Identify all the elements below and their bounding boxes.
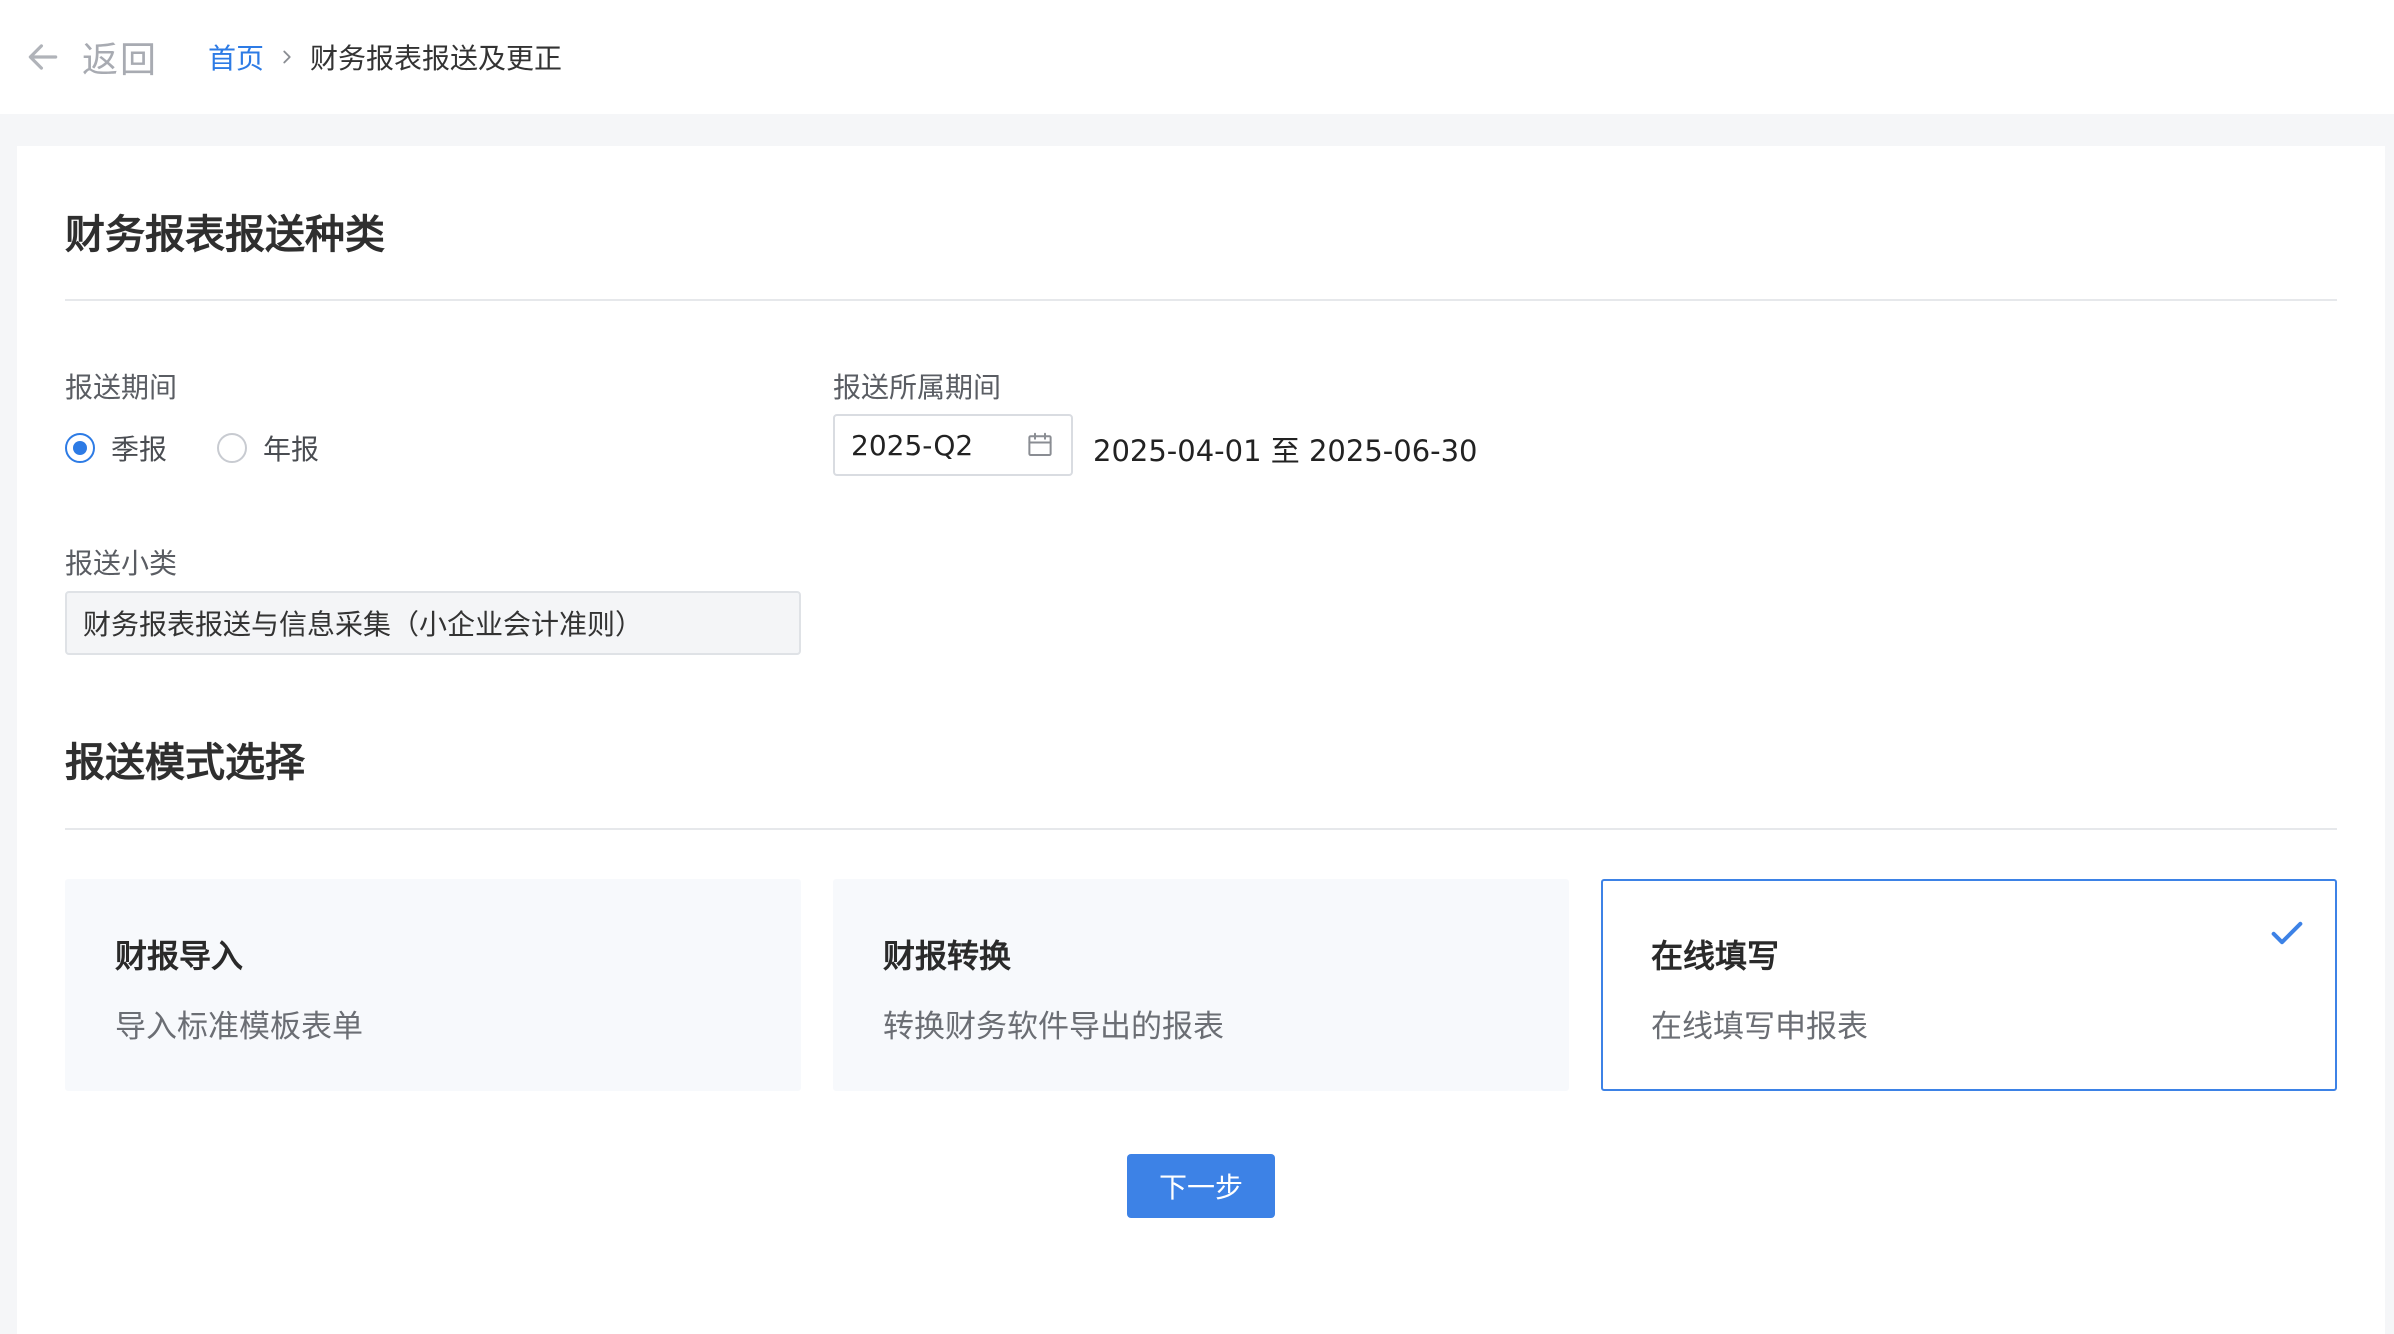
- breadcrumb: 首页 财务报表报送及更正: [208, 37, 562, 77]
- mode-card-desc: 在线填写申报表: [1651, 1009, 1868, 1045]
- back-button[interactable]: 返回: [24, 31, 158, 83]
- subcategory-label: 报送小类: [65, 547, 178, 580]
- mode-card-title: 财报转换: [883, 937, 1012, 975]
- next-step-button[interactable]: 下一步: [1127, 1154, 1275, 1218]
- period-picker-value: 2025-Q2: [851, 428, 974, 462]
- breadcrumb-home-link[interactable]: 首页: [208, 37, 264, 77]
- calendar-icon: [1028, 432, 1052, 456]
- divider: [65, 828, 2337, 830]
- mode-card-import[interactable]: 财报导入 导入标准模板表单: [65, 879, 801, 1091]
- chevron-right-icon: [283, 50, 291, 64]
- section-title-mode: 报送模式选择: [65, 740, 305, 786]
- mode-card-desc: 导入标准模板表单: [115, 1009, 363, 1045]
- mode-card-desc: 转换财务软件导出的报表: [883, 1009, 1224, 1045]
- radio-dot-annual: [217, 433, 247, 463]
- check-icon: [2271, 921, 2303, 945]
- mode-card-title: 在线填写: [1651, 937, 1780, 975]
- radio-annual-label: 年报: [263, 433, 320, 466]
- period-picker[interactable]: 2025-Q2: [833, 414, 1073, 476]
- breadcrumb-current: 财务报表报送及更正: [310, 42, 563, 75]
- back-label: 返回: [82, 40, 159, 81]
- mode-card-convert[interactable]: 财报转换 转换财务软件导出的报表: [833, 879, 1569, 1091]
- arrow-left-icon: [28, 44, 58, 70]
- main-panel: 财务报表报送种类 报送期间 季报 年报 报送所属期间 2025-Q2 2025-…: [17, 146, 2385, 1334]
- radio-annual[interactable]: 年报: [217, 428, 319, 468]
- top-bar: 返回 首页 财务报表报送及更正: [0, 0, 2394, 114]
- period-range-text: 2025-04-01 至 2025-06-30: [1093, 434, 1478, 468]
- radio-dot-quarterly: [65, 433, 95, 463]
- period-label: 报送期间: [65, 371, 178, 404]
- divider: [65, 299, 2337, 301]
- radio-quarterly[interactable]: 季报: [65, 428, 167, 468]
- section-title-report-type: 财务报表报送种类: [65, 212, 385, 258]
- subcategory-value: 财务报表报送与信息采集（小企业会计准则）: [83, 608, 644, 641]
- radio-quarterly-label: 季报: [111, 433, 168, 466]
- mode-card-title: 财报导入: [115, 937, 244, 975]
- subcategory-field[interactable]: 财务报表报送与信息采集（小企业会计准则）: [65, 591, 801, 655]
- belong-period-label: 报送所属期间: [833, 371, 1002, 404]
- mode-card-online[interactable]: 在线填写 在线填写申报表: [1601, 879, 2337, 1091]
